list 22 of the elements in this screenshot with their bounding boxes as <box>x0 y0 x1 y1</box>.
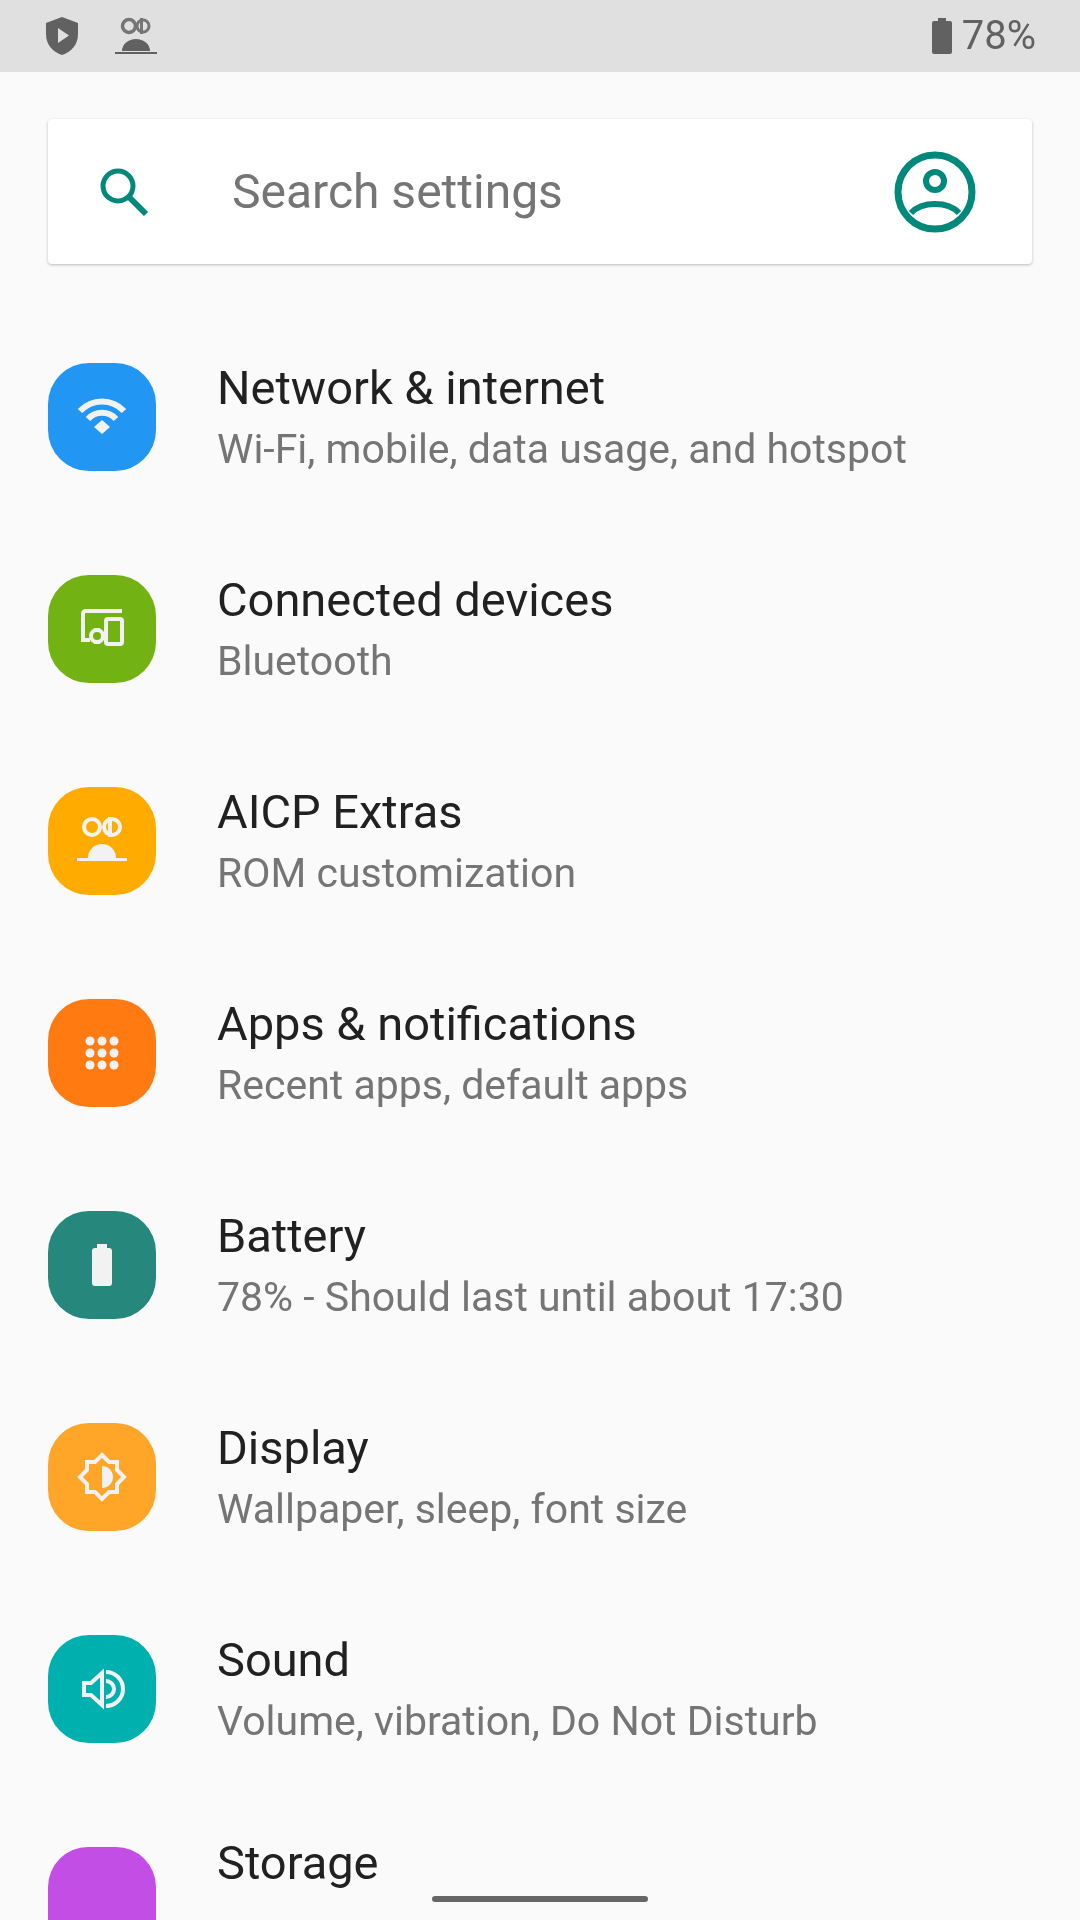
setting-title[interactable]: Network & internet <box>217 360 907 416</box>
search-field[interactable]: Search settings <box>48 119 1032 264</box>
navigation-handle[interactable] <box>432 1896 648 1902</box>
setting-summary: Bluetooth <box>217 636 394 686</box>
search-placeholder: Search settings <box>232 161 563 222</box>
setting-title[interactable]: Display <box>217 1420 688 1476</box>
setting-title[interactable]: Sound <box>217 1632 818 1688</box>
battery-icon <box>931 18 952 54</box>
setting-summary: Recent apps, default apps <box>217 1060 689 1110</box>
setting-title[interactable]: Apps & notifications <box>217 996 689 1052</box>
setting-title[interactable]: Connected devices <box>217 572 614 628</box>
setting-summary: ROM customization <box>217 848 577 898</box>
setting-summary: 78% - Should last until about 17:30 <box>217 1272 844 1322</box>
shield-play-icon <box>44 16 80 56</box>
setting-summary: Wi-Fi, mobile, data usage, and hotspot <box>217 424 907 474</box>
setting-summary: Volume, vibration, Do Not Disturb <box>217 1696 818 1746</box>
battery-percentage: 78% <box>961 11 1036 61</box>
setting-title[interactable]: Battery <box>217 1208 844 1264</box>
account-icon[interactable] <box>894 150 976 233</box>
setting-summary: Wallpaper, sleep, font size <box>217 1484 688 1534</box>
setting-title[interactable]: AICP Extras <box>217 784 577 840</box>
setting-title[interactable]: Storage <box>217 1835 379 1891</box>
